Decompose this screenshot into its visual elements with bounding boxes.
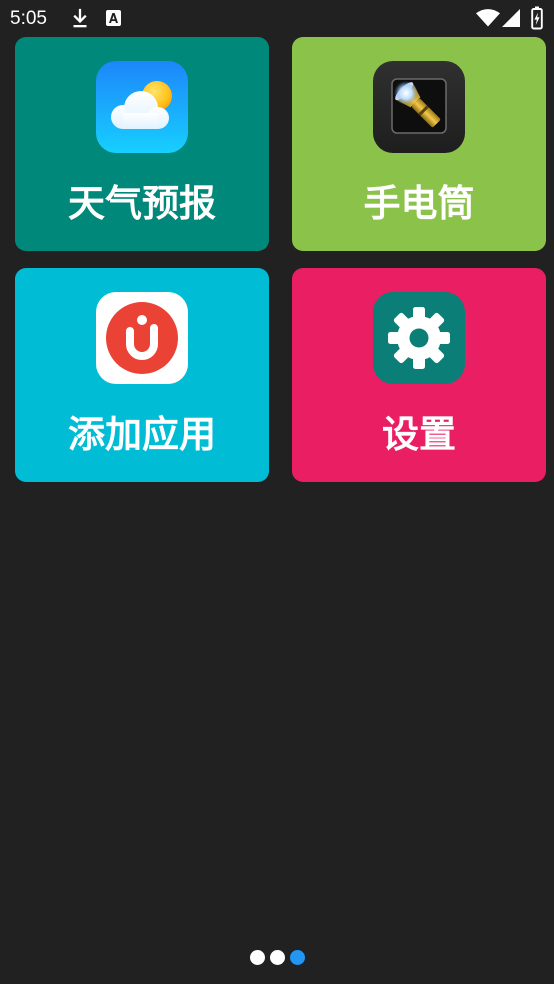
tile-label-flashlight: 手电筒 bbox=[363, 182, 475, 225]
flashlight-icon bbox=[373, 61, 465, 153]
wifi-icon bbox=[476, 9, 500, 27]
tile-label-weather: 天气预报 bbox=[68, 182, 216, 225]
tile-flashlight[interactable]: 手电筒 bbox=[292, 37, 546, 251]
tile-add-app[interactable]: 添加应用 bbox=[15, 268, 269, 482]
a-notification-icon bbox=[106, 10, 121, 26]
home-page[interactable]: 天气预报 手电筒 添加应用 设置 bbox=[0, 36, 554, 984]
add-app-icon bbox=[96, 292, 188, 384]
status-time: 5:05 bbox=[10, 8, 47, 29]
tile-label-settings: 设置 bbox=[382, 413, 456, 456]
settings-icon bbox=[373, 292, 465, 384]
status-bar: 5:05 bbox=[0, 0, 554, 36]
download-icon bbox=[73, 8, 87, 28]
signal-icon bbox=[502, 9, 520, 27]
page-dot-active bbox=[290, 950, 305, 965]
tile-settings[interactable]: 设置 bbox=[292, 268, 546, 482]
battery-charging-icon bbox=[531, 6, 543, 30]
page-dot bbox=[270, 950, 285, 965]
page-indicator bbox=[250, 950, 305, 965]
app-tile-grid: 天气预报 手电筒 添加应用 设置 bbox=[15, 37, 546, 482]
tile-weather[interactable]: 天气预报 bbox=[15, 37, 269, 251]
page-dot bbox=[250, 950, 265, 965]
weather-icon bbox=[96, 61, 188, 153]
tile-label-add-app: 添加应用 bbox=[68, 413, 216, 456]
